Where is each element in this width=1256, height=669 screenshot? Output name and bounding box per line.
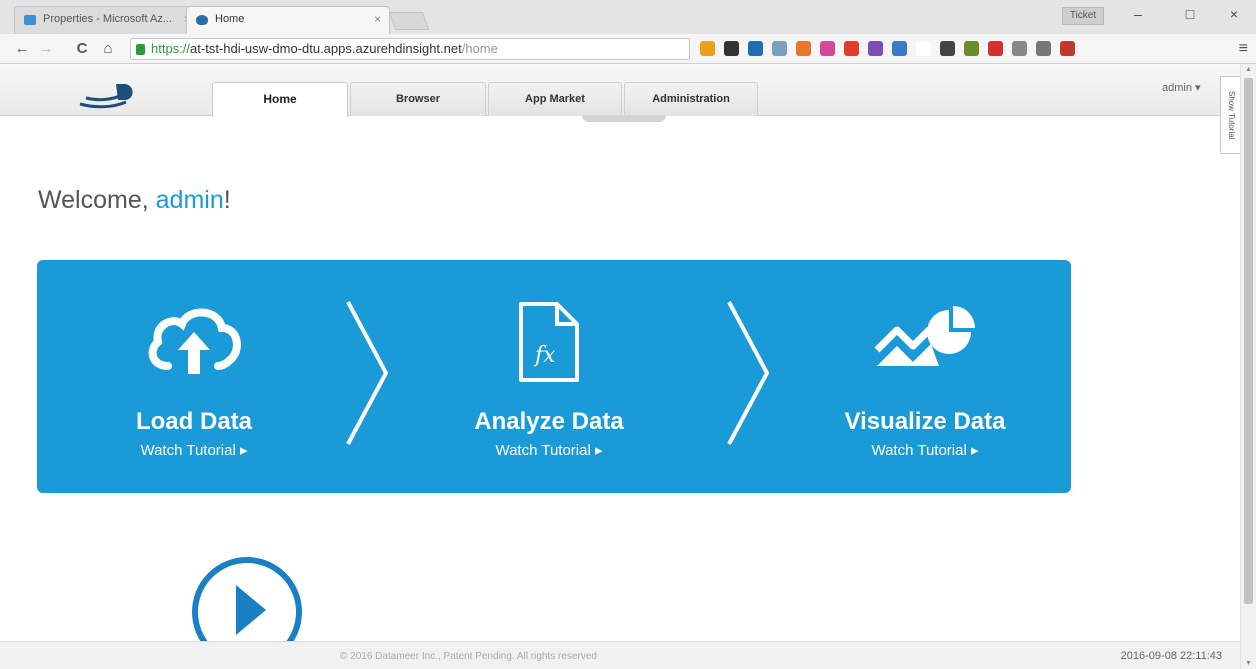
browser-extension-icon[interactable]	[988, 41, 1003, 56]
browser-extension-icon[interactable]	[748, 41, 763, 56]
scroll-up-arrow-icon[interactable]: ▲	[1245, 66, 1252, 73]
welcome-suffix: !	[223, 186, 231, 214]
browser-extension-icon[interactable]	[916, 41, 931, 56]
user-menu[interactable]: admin ▾	[1162, 81, 1201, 94]
browser-extension-icon[interactable]	[700, 41, 715, 56]
browser-tab-title: Properties - Microsoft Az...	[43, 13, 172, 25]
tab-app-market[interactable]: App Market	[488, 82, 622, 116]
tab-administration[interactable]: Administration	[624, 82, 758, 116]
step-title: Visualize Data	[844, 408, 1006, 435]
datameer-logo-icon[interactable]	[78, 82, 140, 110]
profile-button[interactable]: Ticket	[1062, 7, 1104, 25]
scroll-down-arrow-icon[interactable]: ▼	[1245, 660, 1252, 667]
browser-extension-icon[interactable]	[964, 41, 979, 56]
cloud-upload-icon	[148, 308, 241, 374]
copyright-text: © 2016 Datameer Inc., Patent Pending. Al…	[340, 651, 597, 662]
app-header: Home Browser App Market Administration a…	[0, 64, 1240, 122]
address-bar[interactable]: https://at-tst-hdi-usw-dmo-dtu.apps.azur…	[130, 38, 690, 60]
workflow-banner: Load Data Watch Tutorial ▸ fx Analyze Da…	[37, 260, 1071, 493]
azure-favicon-icon	[24, 15, 36, 25]
welcome-username: admin	[155, 186, 224, 214]
browser-extension-icon[interactable]	[940, 41, 955, 56]
close-window-button[interactable]: ×	[1220, 6, 1248, 28]
welcome-heading: Welcome, admin!	[38, 186, 231, 215]
server-timestamp: 2016-09-08 22:11:43	[1120, 650, 1222, 662]
browser-extension-icon[interactable]	[820, 41, 835, 56]
chevron-right-icon	[346, 301, 389, 445]
extension-icons	[700, 41, 1075, 59]
show-tutorial-tab[interactable]: Show Tutorial	[1220, 76, 1240, 154]
watch-tutorial-link[interactable]: Watch Tutorial ▸	[409, 441, 689, 459]
welcome-prefix: Welcome,	[38, 186, 156, 214]
browser-tab-properties[interactable]: Properties - Microsoft Az... ×	[14, 6, 200, 34]
url-path: /home	[461, 41, 498, 56]
watch-tutorial-link[interactable]: Watch Tutorial ▸	[54, 441, 334, 459]
browser-extension-icon[interactable]	[892, 41, 907, 56]
datameer-favicon-icon	[196, 15, 208, 25]
minimize-button[interactable]: –	[1124, 6, 1152, 28]
document-fx-icon: fx	[519, 302, 579, 382]
tab-home[interactable]: Home	[212, 82, 348, 117]
browser-menu-icon[interactable]: ≡	[1239, 40, 1248, 58]
url-host: at-tst-hdi-usw-dmo-dtu.apps.azurehdinsig…	[190, 41, 462, 56]
browser-extension-icon[interactable]	[1036, 41, 1051, 56]
forward-button[interactable]: →	[36, 39, 56, 59]
browser-tab-title: Home	[215, 13, 245, 25]
header-collapse-handle[interactable]	[582, 115, 666, 122]
scroll-thumb[interactable]	[1244, 78, 1253, 604]
home-button[interactable]: ⌂	[98, 39, 118, 59]
browser-tab-home[interactable]: Home ×	[186, 6, 390, 34]
maximize-button[interactable]: □	[1176, 6, 1204, 28]
page-scrollbar[interactable]: ▲ ▼	[1240, 64, 1256, 669]
play-video-button[interactable]	[190, 555, 304, 641]
browser-extension-icon[interactable]	[1060, 41, 1075, 56]
reload-button[interactable]: C	[72, 39, 92, 59]
browser-extension-icon[interactable]	[844, 41, 859, 56]
step-title: Analyze Data	[474, 408, 624, 435]
url-scheme: https://	[151, 41, 191, 56]
chart-pie-icon	[874, 306, 975, 366]
watch-tutorial-link[interactable]: Watch Tutorial ▸	[785, 441, 1065, 459]
footer: © 2016 Datameer Inc., Patent Pending. Al…	[0, 641, 1240, 669]
chevron-right-icon	[727, 301, 770, 445]
back-button[interactable]: ←	[12, 39, 32, 59]
browser-tabstrip: Properties - Microsoft Az... × Home × Ti…	[0, 0, 1256, 34]
step-title: Load Data	[135, 408, 252, 435]
tab-browser[interactable]: Browser	[350, 82, 486, 116]
lock-icon	[136, 44, 145, 55]
new-tab-button[interactable]	[388, 12, 430, 30]
step-load-data[interactable]: Load Data Watch Tutorial ▸	[54, 260, 334, 493]
browser-toolbar: ← → C ⌂ https://at-tst-hdi-usw-dmo-dtu.a…	[0, 34, 1256, 64]
browser-extension-icon[interactable]	[724, 41, 739, 56]
browser-extension-icon[interactable]	[772, 41, 787, 56]
tab-close-icon[interactable]: ×	[374, 12, 381, 26]
browser-extension-icon[interactable]	[796, 41, 811, 56]
browser-extension-icon[interactable]	[1012, 41, 1027, 56]
step-analyze-data[interactable]: fx Analyze Data Watch Tutorial ▸	[409, 260, 689, 493]
step-visualize-data[interactable]: Visualize Data Watch Tutorial ▸	[785, 260, 1065, 493]
svg-text:fx: fx	[533, 343, 556, 368]
browser-extension-icon[interactable]	[868, 41, 883, 56]
